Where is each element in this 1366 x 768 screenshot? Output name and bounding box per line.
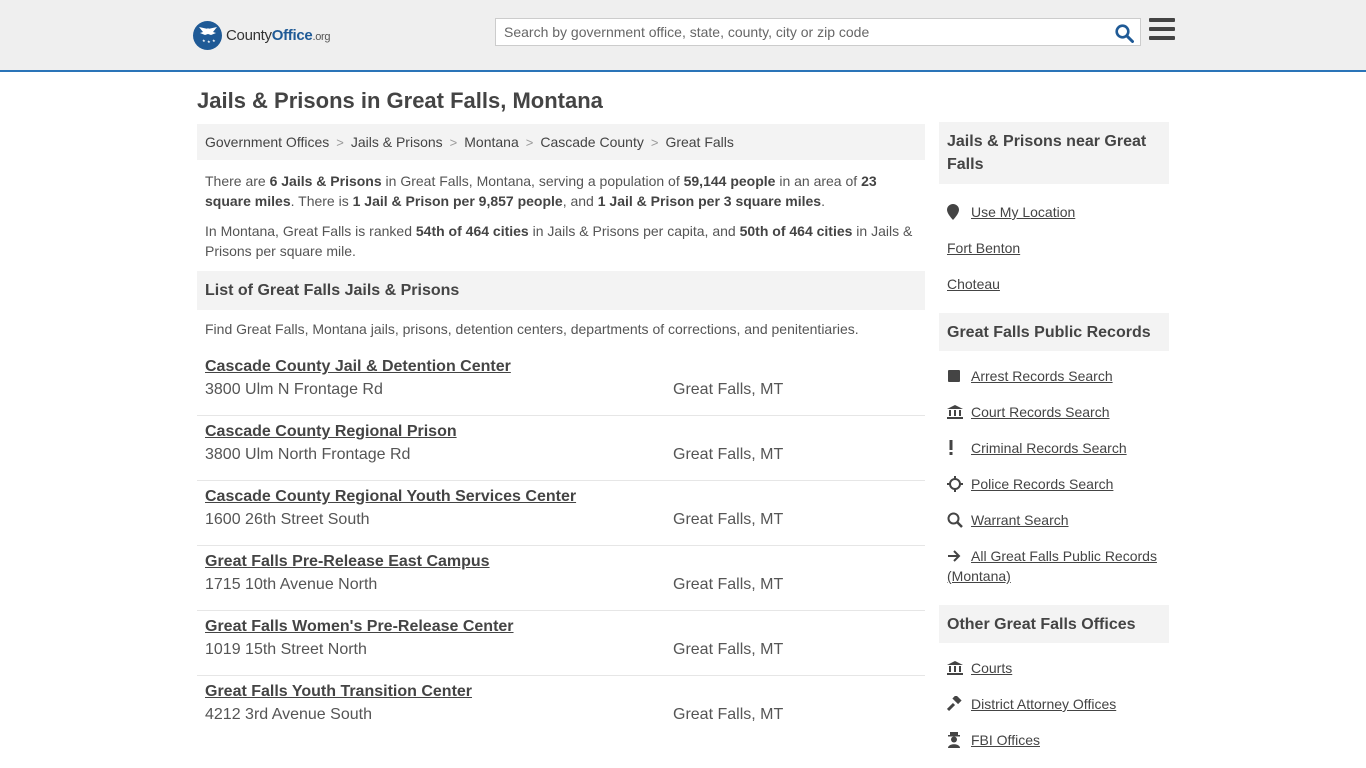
facility-city: Great Falls, MT <box>673 511 784 528</box>
facility-name-link[interactable]: Cascade County Jail & Detention Center <box>205 357 511 376</box>
sidebar-item-criminal-records: Criminal Records Search <box>947 438 1161 458</box>
facility-city: Great Falls, MT <box>673 381 784 398</box>
map-pin-icon <box>947 202 971 222</box>
facility-name-link[interactable]: Cascade County Regional Prison <box>205 422 457 441</box>
eagle-icon: ★ ★ ★ <box>193 20 222 50</box>
logo-text: CountyOffice.org <box>226 26 331 44</box>
courthouse-icon <box>947 658 971 678</box>
sidebar-item-district-attorney: District Attorney Offices <box>947 694 1161 714</box>
breadcrumb: Government Offices > Jails & Prisons > M… <box>197 124 925 160</box>
sidebar-item-arrest-records: Arrest Records Search <box>947 366 1161 386</box>
courthouse-icon <box>947 402 971 422</box>
arrow-right-icon <box>947 546 971 566</box>
facility-city: Great Falls, MT <box>673 706 784 723</box>
sidebar-item-use-location: Use My Location <box>947 202 1161 222</box>
facility-name-link[interactable]: Cascade County Regional Youth Services C… <box>205 487 576 506</box>
intro-paragraph-ranking: In Montana, Great Falls is ranked 54th o… <box>205 223 913 259</box>
page-title: Jails & Prisons in Great Falls, Montana <box>197 88 603 113</box>
hamburger-menu-icon[interactable] <box>1149 18 1175 42</box>
facility-list: Cascade County Jail & Detention Center 3… <box>197 351 925 741</box>
list-item: Great Falls Youth Transition Center 4212… <box>197 676 925 741</box>
sidebar-item-all-records: All Great Falls Public Records (Montana) <box>947 546 1161 586</box>
list-item: Great Falls Women's Pre-Release Center 1… <box>197 611 925 676</box>
facility-address: 3800 Ulm N Frontage Rd <box>205 381 383 398</box>
sidebar-item-court-records: Court Records Search <box>947 402 1161 422</box>
sidebar-heading-public-records: Great Falls Public Records <box>939 313 1169 351</box>
district-attorney-link[interactable]: District Attorney Offices <box>971 694 1116 714</box>
facility-address: 3800 Ulm North Frontage Rd <box>205 446 411 463</box>
fbi-offices-link[interactable]: FBI Offices <box>971 730 1040 750</box>
site-logo[interactable]: ★ ★ ★ CountyOffice.org <box>193 20 331 50</box>
svg-text:★: ★ <box>212 38 216 43</box>
square-icon <box>947 366 971 386</box>
chevron-right-icon: > <box>336 134 344 150</box>
facility-city: Great Falls, MT <box>673 446 784 463</box>
site-header: ★ ★ ★ CountyOffice.org <box>0 0 1366 72</box>
courts-link[interactable]: Courts <box>971 658 1012 678</box>
use-my-location-link[interactable]: Use My Location <box>971 202 1075 222</box>
magnifier-icon <box>947 510 971 530</box>
exclamation-icon <box>947 438 971 458</box>
svg-text:★: ★ <box>202 38 206 43</box>
list-description: Find Great Falls, Montana jails, prisons… <box>205 321 859 337</box>
search-icon <box>1114 23 1134 43</box>
chevron-right-icon: > <box>449 134 458 150</box>
chevron-right-icon: > <box>525 134 534 150</box>
search-box <box>495 18 1141 46</box>
sidebar-item-choteau: Choteau <box>947 274 1161 294</box>
court-records-link[interactable]: Court Records Search <box>971 402 1110 422</box>
facility-address: 4212 3rd Avenue South <box>205 706 372 723</box>
facility-name-link[interactable]: Great Falls Youth Transition Center <box>205 682 472 701</box>
facility-name-link[interactable]: Great Falls Women's Pre-Release Center <box>205 617 514 636</box>
breadcrumb-government-offices[interactable]: Government Offices <box>205 134 329 150</box>
intro-text: There are 6 Jails & Prisons in Great Fal… <box>197 171 925 261</box>
nearby-city-link[interactable]: Fort Benton <box>947 238 1020 258</box>
breadcrumb-great-falls[interactable]: Great Falls <box>665 134 733 150</box>
sidebar-item-warrant-search: Warrant Search <box>947 510 1161 530</box>
list-heading: List of Great Falls Jails & Prisons <box>197 271 925 310</box>
svg-text:★: ★ <box>207 39 211 44</box>
main-content: Government Offices > Jails & Prisons > M… <box>197 124 925 741</box>
nearby-links: Use My Location Fort Benton Choteau <box>939 202 1169 294</box>
sidebar-item-fbi: FBI Offices <box>947 730 1161 750</box>
facility-city: Great Falls, MT <box>673 576 784 593</box>
sidebar: Jails & Prisons near Great Falls Use My … <box>939 122 1169 750</box>
facility-name-link[interactable]: Great Falls Pre-Release East Campus <box>205 552 490 571</box>
intro-paragraph-stats: There are 6 Jails & Prisons in Great Fal… <box>205 173 877 209</box>
breadcrumb-cascade-county[interactable]: Cascade County <box>540 134 644 150</box>
criminal-records-link[interactable]: Criminal Records Search <box>971 438 1127 458</box>
facility-address: 1600 26th Street South <box>205 511 370 528</box>
other-offices-links: Courts District Attorney Offices FBI Off… <box>939 658 1169 750</box>
sidebar-item-police-records: Police Records Search <box>947 474 1161 494</box>
warrant-search-link[interactable]: Warrant Search <box>971 510 1069 530</box>
list-item: Great Falls Pre-Release East Campus 1715… <box>197 546 925 611</box>
chevron-right-icon: > <box>650 134 659 150</box>
sidebar-heading-nearby: Jails & Prisons near Great Falls <box>939 122 1169 184</box>
crosshair-icon <box>947 474 971 494</box>
list-item: Cascade County Regional Prison 3800 Ulm … <box>197 416 925 481</box>
facility-city: Great Falls, MT <box>673 641 784 658</box>
facility-address: 1715 10th Avenue North <box>205 576 378 593</box>
list-item: Cascade County Jail & Detention Center 3… <box>197 351 925 416</box>
arrest-records-link[interactable]: Arrest Records Search <box>971 366 1113 386</box>
nearby-city-link[interactable]: Choteau <box>947 274 1000 294</box>
police-records-link[interactable]: Police Records Search <box>971 474 1113 494</box>
list-item: Cascade County Regional Youth Services C… <box>197 481 925 546</box>
facility-address: 1019 15th Street North <box>205 641 367 658</box>
sidebar-heading-other-offices: Other Great Falls Offices <box>939 605 1169 643</box>
public-records-links: Arrest Records Search Court Records Sear… <box>939 366 1169 586</box>
search-input[interactable] <box>496 19 1106 45</box>
all-public-records-link[interactable]: All Great Falls Public Records (Montana) <box>947 548 1157 584</box>
sidebar-item-fort-benton: Fort Benton <box>947 238 1161 258</box>
search-button[interactable] <box>1112 22 1136 44</box>
agent-icon <box>947 730 971 750</box>
breadcrumb-jails-prisons[interactable]: Jails & Prisons <box>351 134 443 150</box>
breadcrumb-montana[interactable]: Montana <box>464 134 518 150</box>
sidebar-item-courts: Courts <box>947 658 1161 678</box>
gavel-icon <box>947 694 971 714</box>
